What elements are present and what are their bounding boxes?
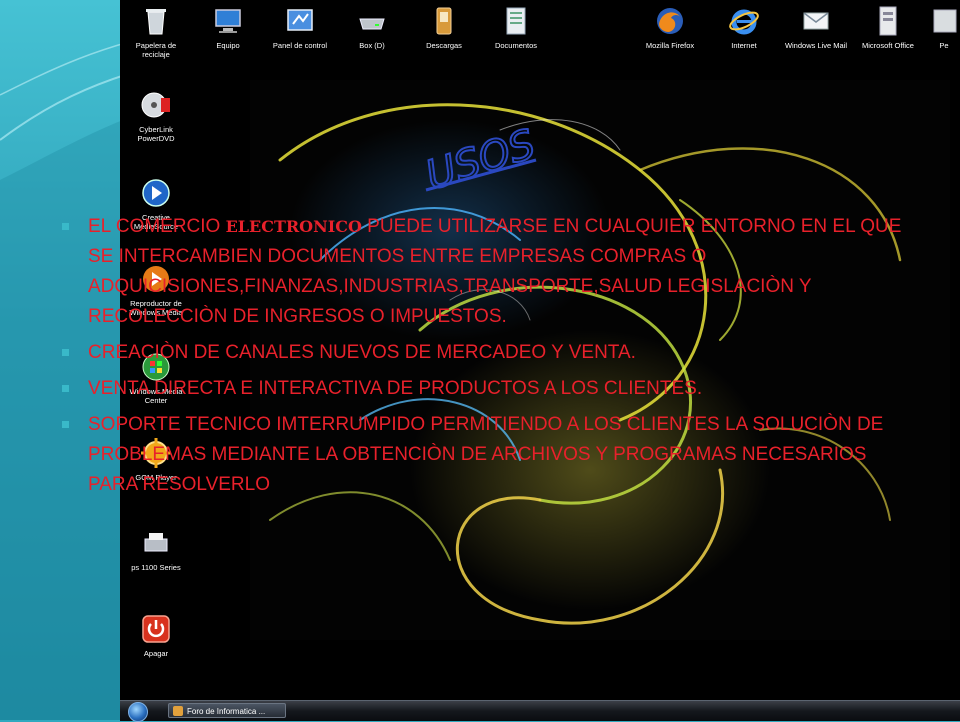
- desktop-icon-microsoft-office[interactable]: Microsoft Office: [856, 4, 920, 50]
- taskbar-window-label: Foro de Informatica ...: [187, 707, 266, 716]
- bullet-text-pre: EL COMERCIO: [88, 216, 226, 237]
- bullet-square-icon: [62, 349, 69, 356]
- bullet-item: CREACIÒN DE CANALES NUEVOS DE MERCADEO Y…: [62, 338, 912, 368]
- firefox-icon: [657, 8, 683, 34]
- printer-icon: [144, 533, 168, 552]
- bullet-text-emphasis: ELECTRONICO: [225, 217, 362, 236]
- desktop-icon-label: Descargas: [426, 41, 462, 50]
- power-icon: [142, 615, 170, 643]
- internet-explorer-icon: [729, 9, 759, 35]
- desktop-icon-label: Windows Live Mail: [784, 41, 848, 50]
- taskbar-window-button[interactable]: Foro de Informatica ...: [168, 703, 286, 718]
- documents-icon: [506, 7, 526, 35]
- desktop-icon-label: Pe: [939, 41, 949, 50]
- desktop-icon-label: ps 1100 Series: [131, 563, 181, 572]
- office-icon: [879, 6, 897, 36]
- bullet-square-icon: [62, 385, 69, 392]
- desktop-icon-label: Microsoft Office: [862, 41, 914, 50]
- slide-content: EL COMERCIO ELECTRONICO PUEDE UTILIZARSE…: [62, 212, 912, 506]
- desktop-icon-partial[interactable]: Pe: [928, 4, 960, 50]
- bullet-item: EL COMERCIO ELECTRONICO PUEDE UTILIZARSE…: [62, 212, 912, 332]
- media-source-icon: [142, 179, 170, 207]
- drive-icon: [359, 18, 385, 30]
- bullet-item: SOPORTE TECNICO IMTERRUMPIDO PERMITIENDO…: [62, 410, 912, 500]
- desktop-icon-printer-series[interactable]: ps 1100 Series: [124, 526, 188, 572]
- desktop-icon-control-panel[interactable]: Panel de control: [268, 4, 332, 50]
- desktop-icon-windows-live-mail[interactable]: Windows Live Mail: [784, 4, 848, 50]
- window-app-icon: [173, 706, 183, 716]
- taskbar: Foro de Informatica ...: [120, 700, 960, 722]
- bullet-square-icon: [62, 223, 69, 230]
- desktop-icon-label: Equipo: [216, 41, 240, 50]
- desktop-icon-label: Panel de control: [272, 41, 328, 50]
- desktop-icon-recycle-bin[interactable]: Papelera de reciclaje: [124, 4, 188, 59]
- bullet-text: CREACIÒN DE CANALES NUEVOS DE MERCADEO Y…: [88, 342, 636, 363]
- bullet-text: SOPORTE TECNICO IMTERRUMPIDO PERMITIENDO…: [88, 414, 884, 495]
- start-button[interactable]: [128, 702, 148, 722]
- desktop-icon-equipo[interactable]: Equipo: [196, 4, 260, 50]
- desktop-icon-box-d[interactable]: Box (D): [340, 4, 404, 50]
- mail-icon: [803, 12, 829, 30]
- recycle-bin-icon: [146, 9, 166, 35]
- computer-icon: [215, 9, 241, 33]
- folder-icon: [933, 9, 957, 33]
- desktop-icon-documentos[interactable]: Documentos: [484, 4, 548, 50]
- desktop-icon-label: CyberLink PowerDVD: [137, 125, 175, 143]
- desktop-icon-descargas[interactable]: Descargas: [412, 4, 476, 50]
- desktop-icon-firefox[interactable]: Mozilla Firefox: [638, 4, 702, 50]
- desktop-icon-internet[interactable]: Internet: [712, 4, 776, 50]
- desktop-icon-powerdvd[interactable]: CyberLink PowerDVD: [124, 88, 188, 143]
- desktop-icon-label: Mozilla Firefox: [645, 41, 695, 50]
- control-panel-icon: [287, 9, 313, 31]
- desktop-icon-apagar[interactable]: Apagar: [124, 612, 188, 658]
- downloads-icon: [436, 7, 452, 35]
- desktop-icon-label: Box (D): [359, 41, 385, 50]
- desktop-icon-label: Internet: [731, 41, 757, 50]
- desktop-icon-label: Apagar: [143, 649, 169, 658]
- bullet-text: VENTA DIRECTA E INTERACTIVA DE PRODUCTOS…: [88, 378, 703, 399]
- bullet-item: VENTA DIRECTA E INTERACTIVA DE PRODUCTOS…: [62, 374, 912, 404]
- desktop-icon-label: Documentos: [494, 41, 538, 50]
- bullet-square-icon: [62, 421, 69, 428]
- desktop-icon-label: Papelera de reciclaje: [135, 41, 177, 59]
- slide-heading: USOS: [419, 120, 541, 198]
- dvd-icon: [141, 92, 170, 118]
